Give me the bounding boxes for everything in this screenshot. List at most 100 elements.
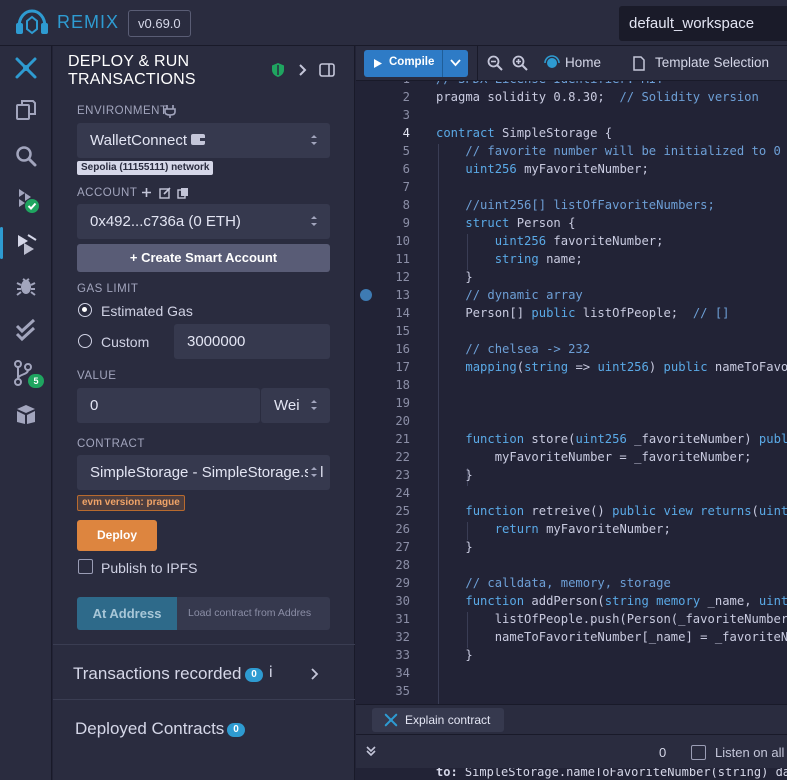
code-line: 16 // chelsea -> 232	[356, 340, 787, 358]
code-line: 12 }	[356, 268, 787, 286]
code-text: Person[] public listOfPeople; // []	[436, 306, 730, 320]
code-line: 2 pragma solidity 0.8.30; // Solidity ver…	[356, 88, 787, 106]
line-number: 9	[402, 216, 410, 230]
search-icon[interactable]	[0, 136, 52, 176]
breakpoint-marker[interactable]	[360, 289, 372, 301]
code-line: 35	[356, 682, 787, 700]
chevron-down-icon[interactable]	[450, 59, 461, 67]
wallet-icon	[191, 134, 205, 145]
template-selection-tab[interactable]: Template Selection	[655, 55, 769, 70]
code-line: 31 listOfPeople.push(Person(_favoriteNum…	[356, 610, 787, 628]
environment-value: WalletConnect	[90, 132, 187, 149]
create-smart-account-button[interactable]: + Create Smart Account	[77, 244, 330, 272]
code-text: return myFavoriteNumber;	[494, 522, 671, 536]
code-line: 13 // dynamic array	[356, 286, 787, 304]
chevron-right-icon[interactable]	[298, 63, 308, 77]
load-contract-address-input[interactable]: Load contract from Addres	[177, 597, 330, 630]
line-number: 20	[395, 414, 410, 428]
environment-select[interactable]: WalletConnect	[77, 123, 330, 158]
line-number: 19	[395, 396, 410, 410]
remix-logo-icon[interactable]	[15, 7, 49, 39]
at-address-button[interactable]: At Address	[77, 597, 177, 630]
transactions-recorded-title[interactable]: Transactions recorded	[73, 664, 242, 684]
value-label: VALUE	[77, 370, 117, 382]
code-text: // calldata, memory, storage	[465, 576, 671, 590]
listen-all-label: Listen on all	[715, 745, 785, 760]
line-number: 34	[395, 666, 410, 680]
shield-icon[interactable]	[271, 62, 285, 78]
code-text: mapping(string => uint256) public nameTo…	[465, 360, 787, 374]
account-select[interactable]: 0x492...c736a (0 ETH)	[77, 204, 330, 239]
code-line: 19	[356, 394, 787, 412]
explain-contract-button[interactable]: Explain contract	[372, 708, 504, 732]
unit-testing-icon[interactable]	[0, 310, 52, 350]
code-line: 23 }	[356, 466, 787, 484]
chevron-right-icon[interactable]	[310, 668, 319, 680]
code-text: uint256 favoriteNumber;	[494, 234, 664, 248]
file-explorer-icon[interactable]	[0, 90, 52, 130]
copy-icon[interactable]	[177, 187, 189, 199]
estimated-gas-radio[interactable]	[78, 303, 92, 317]
plugins-badge: 5	[28, 374, 44, 388]
line-number: 27	[395, 540, 410, 554]
zoom-out-icon[interactable]	[487, 55, 503, 71]
code-text: contract SimpleStorage {	[436, 126, 613, 140]
account-value: 0x492...c736a (0 ETH)	[90, 213, 241, 230]
custom-gas-label: Custom	[101, 334, 150, 350]
home-tab[interactable]: Home	[565, 55, 601, 70]
code-line: 10 uint256 favoriteNumber;	[356, 232, 787, 250]
git-icon[interactable]: 5	[0, 354, 52, 394]
code-line: 5 // favorite number will be initialized…	[356, 142, 787, 160]
ai-assistant-icon[interactable]	[0, 48, 52, 88]
value-input[interactable]: 0	[77, 388, 260, 423]
line-number: 11	[395, 252, 410, 266]
contract-select[interactable]: SimpleStorage - SimpleStorage.sol	[77, 455, 330, 490]
toggle-panel-icon[interactable]	[319, 63, 335, 77]
compile-button[interactable]: Compile	[364, 50, 468, 77]
info-icon[interactable]: i	[269, 664, 273, 682]
listen-all-checkbox[interactable]	[691, 745, 706, 760]
code-line: 15	[356, 322, 787, 340]
home-icon[interactable]	[543, 54, 561, 72]
code-line: 14 Person[] public listOfPeople; // []	[356, 304, 787, 322]
explain-contract-label: Explain contract	[405, 713, 491, 727]
panel-title-line1: DEPLOY & RUN	[68, 53, 190, 70]
debugger-icon[interactable]	[0, 266, 52, 306]
solidity-compiler-icon[interactable]	[0, 180, 52, 220]
code-line: 17 mapping(string => uint256) public nam…	[356, 358, 787, 376]
evm-version-badge: evm version: prague	[77, 495, 185, 511]
edit-icon[interactable]	[159, 187, 171, 199]
code-line: 25 function retreive() public view retur…	[356, 502, 787, 520]
version-badge: v0.69.0	[128, 10, 191, 37]
chevron-updown-icon	[311, 135, 317, 145]
code-line: 32 nameToFavoriteNumber[_name] = _favori…	[356, 628, 787, 646]
gas-limit-input[interactable]: 3000000	[174, 324, 330, 359]
line-number: 17	[395, 360, 410, 374]
code-line: 34	[356, 664, 787, 682]
code-text: function addPerson(string memory _name, …	[465, 594, 787, 608]
code-text: pragma solidity 0.8.30; // Solidity vers…	[436, 90, 759, 104]
value-unit-select[interactable]: Wei	[261, 388, 330, 423]
line-number: 3	[402, 108, 410, 122]
contract-label: CONTRACT	[77, 438, 145, 450]
line-number: 33	[395, 648, 410, 662]
editor-toolbar: Compile Home Template Selection	[356, 46, 787, 81]
top-header: REMIX v0.69.0 default_workspace	[0, 0, 787, 46]
publish-ipfs-checkbox[interactable]	[78, 559, 93, 574]
deploy-run-icon[interactable]	[0, 223, 52, 263]
zoom-in-icon[interactable]	[512, 55, 528, 71]
plus-icon[interactable]	[141, 187, 152, 198]
code-line: 24	[356, 484, 787, 502]
workspace-select[interactable]: default_workspace	[619, 6, 787, 41]
code-editor[interactable]: 1 // SPDX-License-Identifier: MIT 2 pragma …	[356, 81, 787, 704]
line-number: 5	[402, 144, 410, 158]
code-line: 11 string name;	[356, 250, 787, 268]
code-line: 4 contract SimpleStorage {	[356, 124, 787, 142]
environment-label: ENVIRONMENT	[77, 105, 168, 117]
code-line: 26 return myFavoriteNumber;	[356, 520, 787, 538]
learn-icon[interactable]	[0, 394, 52, 434]
chevrons-down-icon[interactable]	[365, 745, 377, 757]
deploy-button[interactable]: Deploy	[77, 520, 157, 551]
custom-gas-radio[interactable]	[78, 334, 92, 348]
terminal-tabbar: Explain contract	[356, 704, 787, 734]
